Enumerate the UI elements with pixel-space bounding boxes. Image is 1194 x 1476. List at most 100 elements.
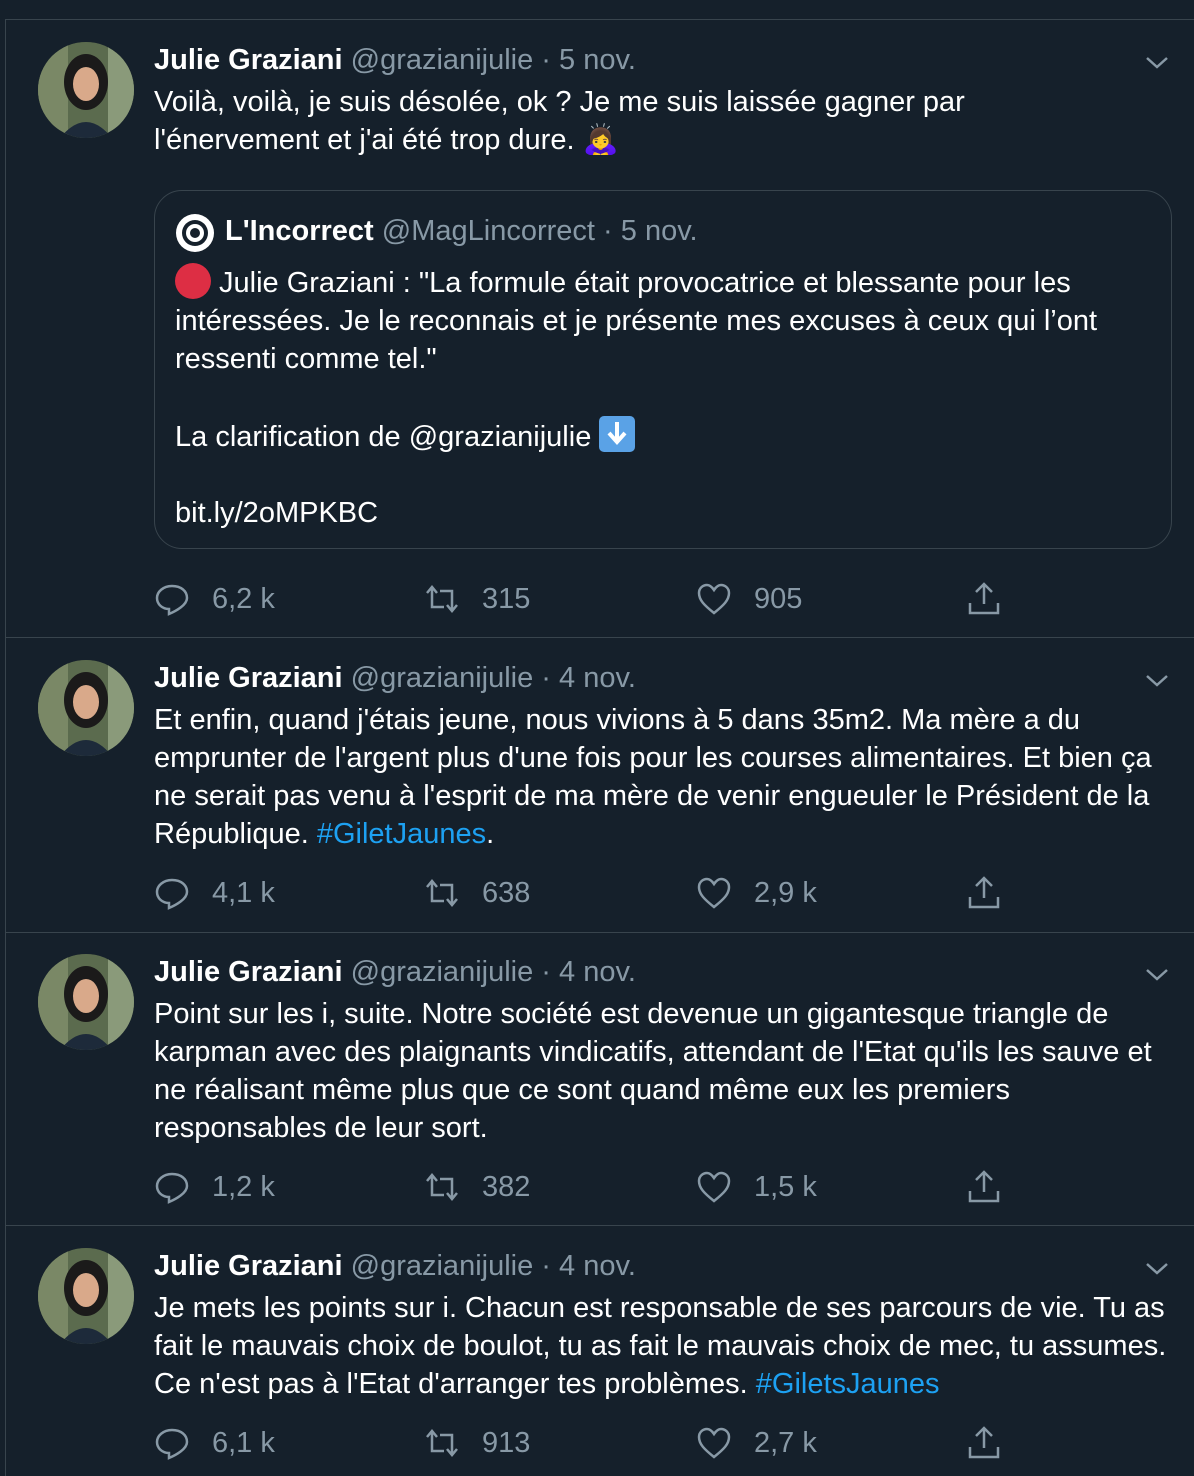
reply-count: 6,2 k [212,582,275,615]
separator-dot: · [541,1250,551,1282]
reply-button[interactable]: 1,2 k [154,1165,275,1209]
down-arrow-emoji-icon [599,416,636,452]
reply-button[interactable]: 4,1 k [154,871,275,915]
reply-icon [155,1172,189,1204]
incorrect-logo-icon [176,214,214,252]
tweet-text-line: l'énervement et j'ai été trop dure. 🙇‍♀️ [154,124,619,156]
tweet-text: Et enfin, quand j'étais jeune, nous vivi… [154,701,1174,853]
like-button[interactable]: 1,5 k [696,1165,817,1209]
reply-count: 4,1 k [212,876,275,909]
quoted-author-handle[interactable]: @MagLincorrect [382,215,595,247]
author-handle[interactable]: @grazianijulie [351,662,534,694]
hashtag-link[interactable]: #GiletJaunes [317,818,486,850]
share-icon [968,1426,1000,1459]
tweet[interactable]: Julie Graziani @grazianijulie · 4 nov. P… [6,932,1194,1226]
chevron-down-icon[interactable] [1142,670,1172,690]
chevron-down-icon[interactable] [1142,1258,1172,1278]
reply-button[interactable]: 6,2 k [154,577,275,621]
like-count: 905 [754,582,803,615]
tweet-text: Je mets les points sur i. Chacun est res… [154,1289,1174,1403]
like-button[interactable]: 2,7 k [696,1421,817,1465]
tweet-text-body: Et enfin, quand j'étais jeune, nous vivi… [154,704,1152,850]
tweet-header: Julie Graziani @grazianijulie · 4 nov. [154,952,636,992]
avatar[interactable] [38,660,134,756]
avatar[interactable] [38,954,134,1050]
like-count: 2,7 k [754,1426,817,1459]
avatar[interactable] [38,1248,134,1344]
reply-button[interactable]: 6,1 k [154,1421,275,1465]
quoted-text-part: La clarification de @grazianijulie [175,421,592,453]
tweet-header: Julie Graziani @grazianijulie · 4 nov. [154,1246,636,1286]
like-count: 1,5 k [754,1170,817,1203]
share-button[interactable] [966,1165,1024,1209]
quoted-tweet-text: Julie Graziani : "La formule était provo… [175,263,1165,532]
retweet-button[interactable]: 315 [424,577,530,621]
author-name[interactable]: Julie Graziani [154,956,343,988]
author-name[interactable]: Julie Graziani [154,1250,343,1282]
retweet-button[interactable]: 382 [424,1165,530,1209]
quoted-text-part: Julie Graziani : "La formule était provo… [175,267,1098,375]
tweet-text-body: Je mets les points sur i. Chacun est res… [154,1292,1167,1400]
author-name[interactable]: Julie Graziani [154,662,343,694]
retweet-count: 913 [482,1426,531,1459]
tweet-actions: 6,1 k 913 2,7 k [154,1421,1184,1465]
retweet-count: 382 [482,1170,531,1203]
like-icon [697,1171,731,1203]
share-button[interactable] [966,1421,1024,1465]
reply-count: 1,2 k [212,1170,275,1203]
share-icon [968,1170,1000,1203]
tweet-text-tail: . [486,818,495,850]
chevron-down-icon[interactable] [1142,964,1172,984]
author-handle[interactable]: @grazianijulie [351,956,534,988]
retweet-icon [426,1429,458,1457]
author-name[interactable]: Julie Graziani [154,44,343,76]
quoted-tweet-header: L'Incorrect @MagLincorrect · 5 nov. [225,211,698,251]
share-icon [968,876,1000,909]
separator-dot: · [603,215,613,247]
share-icon [968,582,1000,615]
quoted-tweet-date[interactable]: 5 nov. [621,215,698,247]
tweet-actions: 1,2 k 382 1,5 k [154,1165,1184,1209]
retweet-icon [426,585,458,613]
author-handle[interactable]: @grazianijulie [351,44,534,76]
retweet-icon [426,879,458,907]
chevron-down-icon[interactable] [1142,52,1172,72]
tweet-actions: 6,2 k 315 905 [154,577,1184,621]
reply-icon [155,1428,189,1460]
retweet-button[interactable]: 638 [424,871,530,915]
quoted-author-name[interactable]: L'Incorrect [225,215,374,247]
like-button[interactable]: 2,9 k [696,871,817,915]
red-circle-emoji-icon [175,263,211,299]
tweet-text: Point sur les i, suite. Notre société es… [154,998,1152,1144]
like-icon [697,1427,731,1459]
quoted-tweet[interactable]: L'Incorrect @MagLincorrect · 5 nov. Juli… [154,190,1172,549]
share-button[interactable] [966,577,1024,621]
hashtag-link[interactable]: #GiletsJaunes [756,1368,940,1400]
author-handle[interactable]: @grazianijulie [351,1250,534,1282]
like-icon [697,877,731,909]
share-button[interactable] [966,871,1024,915]
tweet-header: Julie Graziani @grazianijulie · 5 nov. [154,40,636,80]
like-button[interactable]: 905 [696,577,802,621]
like-icon [697,583,731,615]
tweet-header: Julie Graziani @grazianijulie · 4 nov. [154,658,636,698]
retweet-button[interactable]: 913 [424,1421,530,1465]
separator-dot: · [541,44,551,76]
like-count: 2,9 k [754,876,817,909]
retweet-icon [426,1173,458,1201]
tweet-date[interactable]: 4 nov. [559,662,636,694]
tweet[interactable]: Julie Graziani @grazianijulie · 4 nov. J… [6,1226,1194,1476]
reply-icon [155,878,189,910]
tweet[interactable]: Julie Graziani @grazianijulie · 5 nov. V… [6,20,1194,638]
tweet[interactable]: Julie Graziani @grazianijulie · 4 nov. E… [6,638,1194,933]
tweet-date[interactable]: 4 nov. [559,1250,636,1282]
quoted-link[interactable]: bit.ly/2oMPKBC [175,494,1165,532]
avatar[interactable] [38,42,134,138]
separator-dot: · [541,662,551,694]
tweet-text: Voilà, voilà, je suis désolée, ok ? Je m… [154,83,1174,159]
tweet-text-line: Voilà, voilà, je suis désolée, ok ? Je m… [154,86,965,118]
retweet-count: 638 [482,876,531,909]
tweet-date[interactable]: 5 nov. [559,44,636,76]
tweet-actions: 4,1 k 638 2,9 k [154,871,1184,915]
tweet-date[interactable]: 4 nov. [559,956,636,988]
